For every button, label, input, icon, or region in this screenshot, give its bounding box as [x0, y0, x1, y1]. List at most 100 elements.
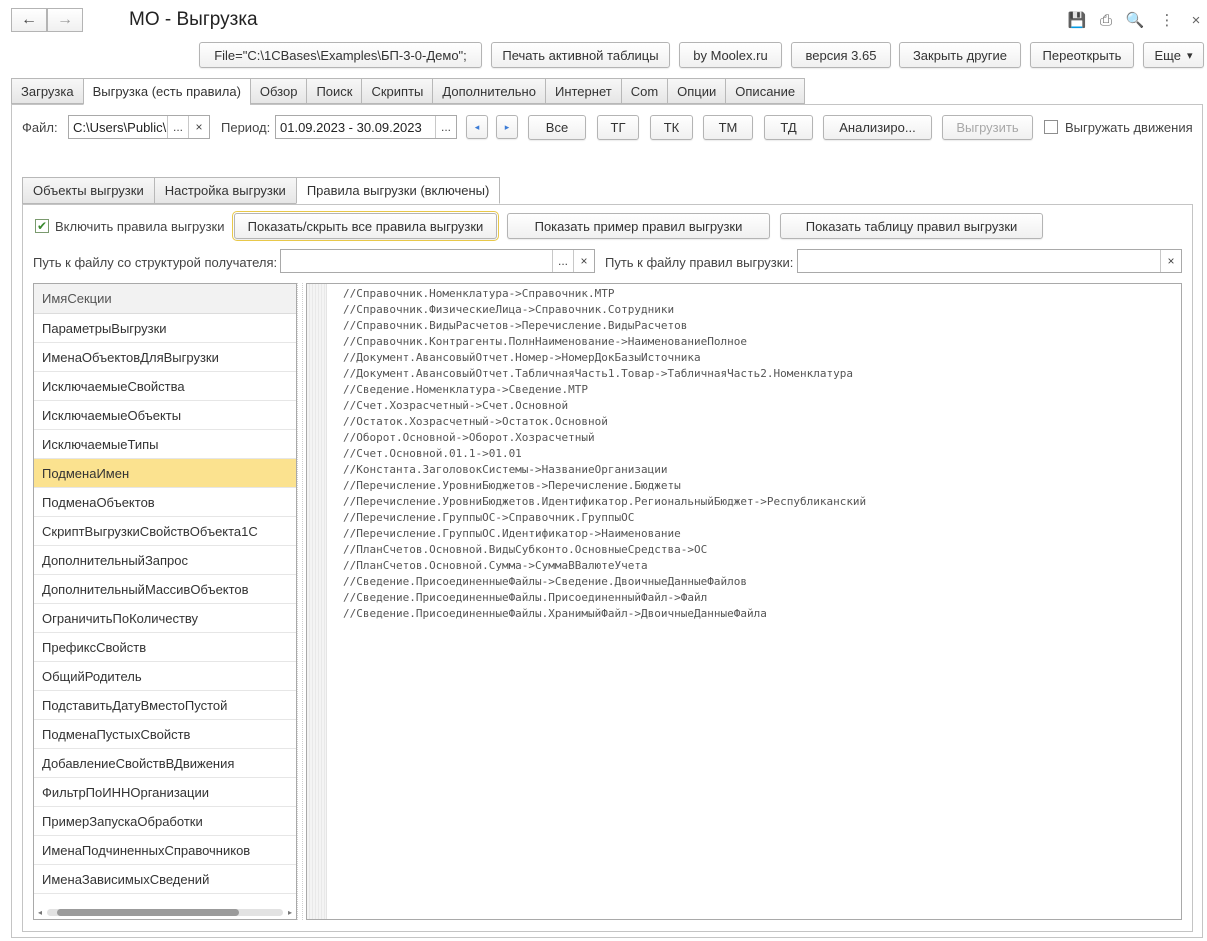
list-item[interactable]: ИсключаемыеТипы — [34, 430, 296, 459]
scroll-track[interactable] — [47, 909, 283, 916]
all-button[interactable]: Все — [528, 115, 586, 140]
period-choose-button[interactable]: ... — [435, 116, 456, 138]
list-item[interactable]: ОбщийРодитель — [34, 662, 296, 691]
analyze-button[interactable]: Анализиро... — [823, 115, 932, 140]
scroll-right-icon[interactable]: ▸ — [283, 908, 297, 917]
tab-7[interactable]: Интернет — [544, 78, 621, 104]
struct-path-field[interactable]: ... × — [280, 249, 595, 273]
subtab-2[interactable]: Настройка выгрузки — [153, 177, 296, 204]
subtab-3[interactable]: Правила выгрузки (включены) — [295, 177, 501, 204]
list-item[interactable]: ФильтрПоИННОрганизации — [34, 778, 296, 807]
preview-icon[interactable]: 🔍 — [1125, 10, 1145, 30]
list-item[interactable]: ПримерЗапускаОбработки — [34, 807, 296, 836]
print-icon[interactable]: ⎙ — [1096, 10, 1116, 30]
tab-5[interactable]: Скрипты — [361, 78, 433, 104]
back-button[interactable]: ← — [11, 8, 47, 32]
code-line: //ПланСчетов.Основной.ВидыСубконто.Основ… — [343, 543, 708, 556]
period-prev-button[interactable]: ◂ — [466, 115, 488, 139]
forward-button[interactable]: → — [47, 8, 83, 32]
tab-3[interactable]: Обзор — [249, 78, 307, 104]
scroll-left-icon[interactable]: ◂ — [33, 908, 47, 917]
rules-clear-button[interactable]: × — [1160, 250, 1181, 272]
moolex-link-button[interactable]: by Moolex.ru — [679, 42, 782, 68]
export-button[interactable]: Выгрузить — [942, 115, 1033, 140]
file-label: Файл: — [22, 120, 58, 135]
list-item[interactable]: ПрефиксСвойств — [34, 633, 296, 662]
section-list[interactable]: ИмяСекции ПараметрыВыгрузки ИменаОбъектов… — [33, 283, 297, 920]
tab-9[interactable]: Опции — [667, 78, 726, 104]
subtab-1[interactable]: Объекты выгрузки — [22, 177, 154, 204]
rules-path-field[interactable]: × — [797, 249, 1182, 273]
file-clear-button[interactable]: × — [188, 116, 209, 138]
list-item[interactable]: ДобавлениеСвойствВДвижения — [34, 749, 296, 778]
tab-10[interactable]: Описание — [725, 78, 806, 104]
reopen-button[interactable]: Переоткрыть — [1030, 42, 1134, 68]
list-item[interactable]: ИсключаемыеОбъекты — [34, 401, 296, 430]
scroll-thumb[interactable] — [57, 909, 239, 916]
list-item[interactable]: ПодменаПустыхСвойств — [34, 720, 296, 749]
list-item[interactable]: ПараметрыВыгрузки — [34, 314, 296, 343]
tk-button[interactable]: ТК — [650, 115, 693, 140]
list-item[interactable]: ОграничитьПоКоличеству — [34, 604, 296, 633]
list-item[interactable]: ИсключаемыеСвойства — [34, 372, 296, 401]
arrow-left-icon: ← — [21, 11, 37, 28]
period-field[interactable]: 01.09.2023 - 30.09.2023 ... — [275, 115, 457, 139]
code-line: //Перечисление.ГруппыОС->Справочник.Груп… — [343, 511, 635, 524]
td-button[interactable]: ТД — [764, 115, 813, 140]
code-line: //Оборот.Основной->Оборот.Хозрасчетный — [343, 431, 595, 444]
arrow-right-icon: → — [57, 11, 73, 28]
period-label: Период: — [221, 120, 271, 135]
save-icon[interactable]: 💾 — [1067, 10, 1087, 30]
close-icon[interactable]: × — [1186, 10, 1206, 30]
tab-8[interactable]: Com — [620, 78, 668, 104]
list-item[interactable]: ИменаЗависимыхСведений — [34, 865, 296, 894]
show-example-button[interactable]: Показать пример правил выгрузки — [507, 213, 770, 239]
list-item[interactable]: ИменаПодчиненныхСправочников — [34, 836, 296, 865]
tab-1[interactable]: Загрузка — [11, 78, 83, 104]
list-item[interactable]: СкриптВыгрузкиСвойствОбъекта1С — [34, 517, 296, 546]
list-item[interactable]: ДополнительныйМассивОбъектов — [34, 575, 296, 604]
tab-6[interactable]: Дополнительно — [432, 78, 545, 104]
code-line: //Константа.ЗаголовокСистемы->НазваниеОр… — [343, 463, 668, 476]
sub-tabs: Объекты выгрузки Настройка выгрузки Правил… — [22, 177, 501, 204]
file-choose-button[interactable]: ... — [167, 116, 188, 138]
list-item[interactable]: ДополнительныйЗапрос — [34, 546, 296, 575]
struct-path-label: Путь к файлу со структурой получателя: — [33, 255, 278, 270]
tg-button[interactable]: ТГ — [597, 115, 639, 140]
rules-code-editor[interactable]: //Справочник.Номенклатура->Справочник.МТ… — [306, 283, 1182, 920]
period-next-button[interactable]: ▸ — [496, 115, 518, 139]
export-movements-checkbox[interactable] — [1044, 120, 1058, 134]
toggle-all-rules-button[interactable]: Показать/скрыть все правила выгрузки — [232, 211, 499, 241]
struct-clear-button[interactable]: × — [573, 250, 594, 272]
close-others-button[interactable]: Закрыть другие — [899, 42, 1021, 68]
code-line: //Перечисление.УровниБюджетов->Перечисле… — [343, 479, 681, 492]
print-table-button[interactable]: Печать активной таблицы — [491, 42, 670, 68]
more-vertical-icon[interactable]: ⋮ — [1157, 10, 1177, 30]
file-path-button[interactable]: File="C:\1CBases\Examples\БП-3-0-Демо"; — [199, 42, 482, 68]
editor-gutter — [307, 284, 327, 919]
enable-rules-label: Включить правила выгрузки — [55, 219, 225, 234]
code-line: //Остаток.Хозрасчетный->Остаток.Основной — [343, 415, 608, 428]
list-item[interactable]: ПодставитьДатуВместоПустой — [34, 691, 296, 720]
code-line: //Документ.АвансовыйОтчет.ТабличнаяЧасть… — [343, 367, 853, 380]
more-menu-button[interactable]: Еще ▾ — [1143, 42, 1204, 68]
file-field[interactable]: C:\Users\Public\ ... × — [68, 115, 210, 139]
tab-2[interactable]: Выгрузка (есть правила) — [82, 78, 250, 105]
list-item[interactable]: ПодменаИмен — [34, 459, 296, 488]
enable-rules-checkbox[interactable]: ✔ — [35, 219, 49, 233]
list-item[interactable]: ПодменаОбъектов — [34, 488, 296, 517]
check-icon: ✔ — [36, 219, 48, 233]
list-item[interactable]: ИменаОбъектовДляВыгрузки — [34, 343, 296, 372]
tab-4[interactable]: Поиск — [306, 78, 362, 104]
code-line: //Перечисление.УровниБюджетов.Идентифика… — [343, 495, 867, 508]
code-line: //Справочник.Номенклатура->Справочник.МТ… — [343, 287, 615, 300]
splitter[interactable] — [297, 283, 303, 920]
code-line: //Сведение.ПрисоединенныеФайлы.ХранимыйФ… — [343, 607, 767, 620]
version-button[interactable]: версия 3.65 — [791, 42, 891, 68]
window-title: МО - Выгрузка — [129, 9, 258, 30]
section-list-hscrollbar[interactable]: ◂ ▸ — [33, 905, 297, 920]
struct-choose-button[interactable]: ... — [552, 250, 573, 272]
code-line: //Сведение.ПрисоединенныеФайлы.Присоедин… — [343, 591, 708, 604]
show-rules-table-button[interactable]: Показать таблицу правил выгрузки — [780, 213, 1043, 239]
tm-button[interactable]: ТМ — [703, 115, 753, 140]
